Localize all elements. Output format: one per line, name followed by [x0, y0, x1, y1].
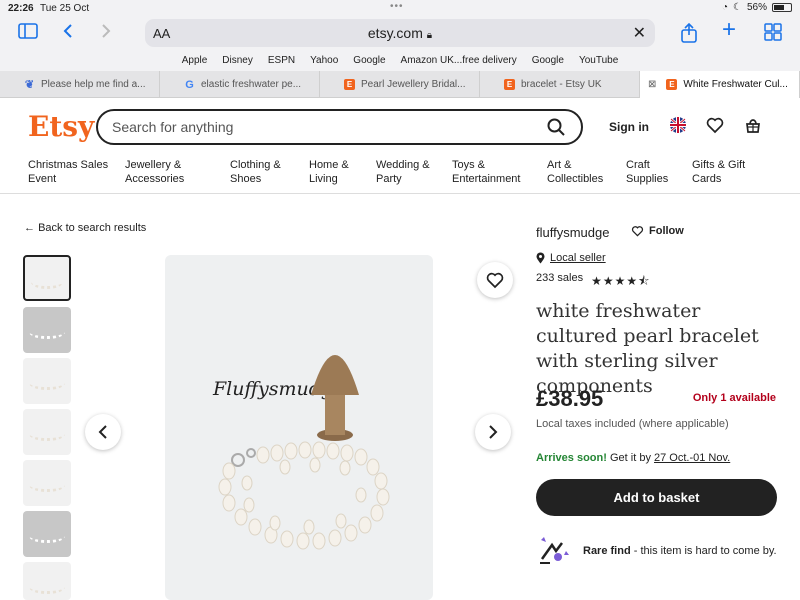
favorite-link[interactable]: Disney — [222, 55, 253, 66]
sales-count: 233 sales — [536, 272, 584, 284]
star-rating[interactable]: ★★★★⯪ — [591, 272, 650, 293]
image-thumbnail[interactable] — [23, 460, 71, 506]
listing-title: white freshwater cultured pearl bracelet… — [536, 300, 759, 397]
add-to-basket-button[interactable]: Add to basket — [536, 479, 777, 516]
uk-flag-icon[interactable] — [669, 116, 687, 134]
status-date: Tue 25 Oct — [40, 3, 90, 14]
etsy-icon: E — [666, 79, 678, 90]
browser-tabs: ❦ Please help me find a... G elastic fre… — [0, 71, 800, 98]
next-image-button[interactable] — [475, 414, 511, 450]
chevron-right-icon — [489, 425, 498, 439]
browser-tab[interactable]: G elastic freshwater pe... — [160, 71, 320, 98]
battery-icon — [772, 3, 792, 12]
share-icon[interactable] — [680, 22, 698, 47]
image-thumbnail[interactable] — [23, 511, 71, 557]
leaf-icon: ❦ — [24, 79, 35, 91]
forward-icon[interactable] — [100, 23, 112, 43]
header-divider — [0, 193, 800, 194]
search-bar[interactable] — [96, 109, 583, 145]
google-icon: G — [185, 78, 194, 91]
clear-url-icon[interactable]: ✕ — [633, 23, 646, 43]
delivery-estimate: Arrives soon! Get it by 27 Oct.-01 Nov. — [536, 452, 731, 464]
category-wedding[interactable]: Wedding & Party — [376, 158, 430, 186]
category-gifts[interactable]: Gifts & Gift Cards — [692, 158, 745, 186]
rare-find-icon — [540, 537, 569, 564]
image-thumbnail[interactable] — [23, 255, 71, 301]
etsy-icon: E — [504, 79, 515, 90]
search-icon[interactable] — [547, 118, 565, 136]
status-bar: 22:26 Tue 25 Oct ••• ◔ ☾ 56% — [0, 0, 800, 17]
location-pin-icon — [536, 252, 545, 264]
image-thumbnail[interactable] — [23, 562, 71, 600]
sidebar-toggle-icon[interactable] — [18, 23, 38, 43]
heart-icon — [486, 272, 504, 289]
arrow-left-icon: ← — [24, 222, 35, 234]
browser-tab[interactable]: E Pearl Jewellery Bridal... — [320, 71, 480, 98]
follow-button[interactable]: Follow — [631, 225, 684, 237]
category-art[interactable]: Art & Collectibles — [547, 158, 603, 186]
favorite-link[interactable]: Google — [532, 55, 564, 66]
etsy-icon: E — [344, 79, 355, 90]
category-jewellery[interactable]: Jewellery & Accessories — [125, 158, 184, 186]
availability-badge: Only 1 available — [692, 392, 776, 404]
favorite-link[interactable]: YouTube — [579, 55, 618, 66]
status-time: 22:26 — [8, 3, 34, 14]
lock-icon: 🔒︎ — [426, 30, 433, 41]
heart-outline-icon — [631, 226, 644, 237]
image-thumbnail[interactable] — [23, 307, 71, 353]
category-christmas-sales[interactable]: Christmas Sales Event — [28, 158, 108, 186]
multitasking-dots-icon[interactable]: ••• — [390, 1, 404, 12]
back-to-results-link[interactable]: ← Back to search results — [24, 222, 146, 234]
close-tab-icon[interactable]: ⊠ — [648, 79, 656, 90]
image-thumbnail[interactable] — [23, 409, 71, 455]
new-tab-icon[interactable]: + — [722, 18, 736, 42]
browser-tab[interactable]: ❦ Please help me find a... — [0, 71, 160, 98]
favorite-link[interactable]: ESPN — [268, 55, 295, 66]
rare-find-note: Rare find - this item is hard to come by… — [583, 545, 777, 557]
category-clothing[interactable]: Clothing & Shoes — [230, 158, 281, 186]
sales-rating-row: 233 sales ★★★★⯪ — [536, 272, 651, 293]
favorite-listing-button[interactable] — [477, 262, 513, 298]
favorite-link[interactable]: Google — [353, 55, 385, 66]
moon-icon: ☾ — [733, 2, 742, 13]
favorites-bar: Apple Disney ESPN Yahoo Google Amazon UK… — [0, 49, 800, 71]
battery-percent: 56% — [746, 2, 767, 13]
tab-overview-icon[interactable] — [764, 23, 782, 45]
browser-toolbar: AA etsy.com 🔒︎ ✕ + — [0, 17, 800, 49]
tax-note: Local taxes included (where applicable) — [536, 418, 729, 430]
basket-icon[interactable] — [744, 116, 762, 134]
etsy-logo[interactable]: Etsy — [28, 110, 94, 143]
url-text: etsy.com 🔒︎ — [367, 25, 433, 41]
browser-tab-active[interactable]: ⊠ E White Freshwater Cul... — [640, 71, 800, 98]
favorite-link[interactable]: Yahoo — [310, 55, 338, 66]
favorite-link[interactable]: Apple — [182, 55, 208, 66]
category-home[interactable]: Home & Living — [309, 158, 349, 186]
wifi-icon: ◔ — [721, 2, 729, 13]
search-input[interactable] — [112, 118, 512, 136]
pearl-bracelet-illustration — [218, 355, 390, 550]
product-image[interactable]: Fluffysmudge — [165, 255, 433, 600]
back-icon[interactable] — [62, 23, 74, 43]
chevron-left-icon — [98, 425, 107, 439]
delivery-date-link[interactable]: 27 Oct.-01 Nov. — [654, 452, 730, 464]
shop-name-link[interactable]: fluffysmudge — [536, 225, 609, 240]
listing-price: £38.95 — [536, 386, 604, 411]
favorite-link[interactable]: Amazon UK...free delivery — [401, 55, 517, 66]
category-toys[interactable]: Toys & Entertainment — [452, 158, 520, 186]
browser-tab[interactable]: E bracelet - Etsy UK — [480, 71, 640, 98]
sign-in-link[interactable]: Sign in — [609, 120, 649, 134]
favorites-heart-icon[interactable] — [706, 116, 724, 134]
category-craft[interactable]: Craft Supplies — [626, 158, 668, 186]
image-thumbnail[interactable] — [23, 358, 71, 404]
previous-image-button[interactable] — [85, 414, 121, 450]
address-bar[interactable]: AA etsy.com 🔒︎ ✕ — [145, 19, 655, 47]
local-seller-link[interactable]: Local seller — [536, 252, 606, 264]
